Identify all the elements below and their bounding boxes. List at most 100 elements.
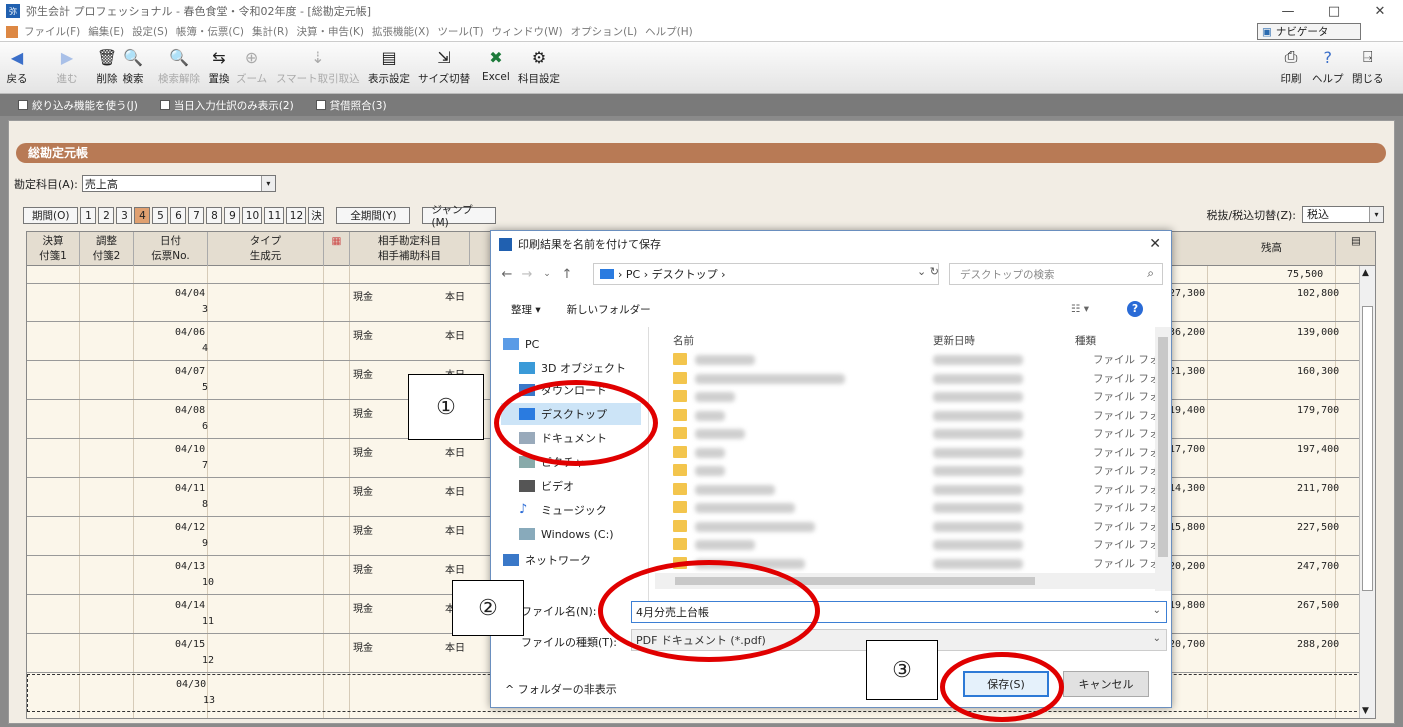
minimize-button[interactable]: — [1265, 0, 1311, 22]
file-row[interactable]: ファイル フォルダー [673, 499, 1155, 517]
chevron-down-icon[interactable]: ⌄ [1153, 633, 1161, 644]
month-button-10[interactable]: 10 [242, 207, 263, 224]
replace-button[interactable]: ⇆ 置換 [208, 46, 230, 86]
excel-button[interactable]: ✖ Excel [482, 46, 510, 84]
chevron-down-icon[interactable]: ⌄ [1153, 605, 1161, 616]
dropdown-arrow-icon[interactable]: ▾ [1369, 207, 1383, 222]
month-button-2[interactable]: 2 [98, 207, 115, 224]
filter-option[interactable]: 絞り込み機能を使う(J) [18, 98, 138, 113]
account-select[interactable]: 売上高 ▾ [81, 175, 276, 192]
nav-videos[interactable]: ビデオ [519, 475, 574, 497]
help-icon[interactable]: ? [1127, 301, 1143, 317]
new-folder-button[interactable]: 新しいフォルダー [567, 302, 651, 317]
close-button[interactable]: ✕ [1357, 0, 1403, 22]
column-type[interactable]: 種類 [1075, 333, 1096, 348]
month-button-13[interactable]: 決 [308, 207, 325, 224]
nav-3d-objects[interactable]: 3D オブジェクト [519, 357, 626, 379]
search-button[interactable]: 🔍 検索 [122, 46, 144, 86]
size-switch-button[interactable]: ⇲ サイズ切替 [418, 46, 470, 86]
month-button-1[interactable]: 1 [80, 207, 97, 224]
month-button-3[interactable]: 3 [116, 207, 133, 224]
month-button-8[interactable]: 8 [206, 207, 223, 224]
month-button-7[interactable]: 7 [188, 207, 205, 224]
scroll-up-icon[interactable]: ▲ [1362, 268, 1369, 278]
back-arrow-icon[interactable]: ← [497, 267, 517, 282]
scroll-thumb[interactable] [1158, 337, 1168, 557]
dropdown-arrow-icon[interactable]: ▾ [260, 176, 275, 191]
file-vertical-scrollbar[interactable] [1155, 327, 1171, 591]
file-row[interactable]: ファイル フォルダー [673, 425, 1155, 443]
nav-music[interactable]: ♪ ミュージック [519, 499, 607, 521]
display-settings-button[interactable]: ▤ 表示設定 [368, 46, 410, 86]
zoom-button[interactable]: ⊕ ズーム [236, 46, 267, 86]
today-only-option[interactable]: 当日入力仕訳のみ表示(2) [159, 98, 294, 113]
balance-check-option[interactable]: 貸借照合(3) [315, 98, 387, 113]
menu-edit[interactable]: 編集(E) [88, 24, 124, 39]
scroll-thumb[interactable] [1362, 306, 1373, 591]
hide-folders-toggle[interactable]: ^ フォルダーの非表示 [505, 681, 617, 697]
month-button-12[interactable]: 12 [286, 207, 307, 224]
path-desktop[interactable]: デスクトップ [652, 266, 718, 282]
menu-settings[interactable]: 設定(S) [132, 24, 168, 39]
close-ledger-button[interactable]: ⍈ 閉じる [1352, 46, 1384, 86]
column-name[interactable]: 名前 [673, 333, 694, 348]
navigator-button[interactable]: ▣ ナビゲータ [1257, 23, 1361, 40]
refresh-icon[interactable]: ⌄ ↻ [917, 265, 939, 278]
view-options-icon[interactable]: ☷ ▾ [1071, 303, 1089, 315]
clear-search-button[interactable]: 🔍 検索解除 [158, 46, 200, 86]
scroll-down-icon[interactable]: ▼ [1362, 706, 1369, 716]
menu-window[interactable]: ウィンドウ(W) [492, 24, 563, 39]
help-button[interactable]: ? ヘルプ [1312, 46, 1344, 86]
period-button[interactable]: 期間(O) [23, 207, 79, 224]
menu-extensions[interactable]: 拡張機能(X) [372, 24, 429, 39]
file-row[interactable]: ファイル フォルダー [673, 536, 1155, 554]
file-row[interactable]: ファイル フォルダー [673, 388, 1155, 406]
file-row[interactable]: ファイル フォルダー [673, 351, 1155, 369]
menu-books[interactable]: 帳簿・伝票(C) [176, 24, 244, 39]
tax-select[interactable]: 税込 ▾ [1302, 206, 1384, 223]
checkbox[interactable] [18, 100, 28, 110]
organize-button[interactable]: 整理 ▾ [511, 302, 541, 317]
dialog-close-icon[interactable]: ✕ [1149, 236, 1161, 252]
jump-button[interactable]: ジャンプ(M) [422, 204, 497, 229]
address-bar[interactable]: › PC › デスクトップ › [593, 263, 939, 285]
file-row[interactable]: ファイル フォルダー [673, 444, 1155, 462]
smart-import-button[interactable]: ⇣ スマート取引取込 [276, 46, 360, 86]
month-button-9[interactable]: 9 [224, 207, 241, 224]
path-pc[interactable]: PC [626, 268, 640, 281]
up-arrow-icon[interactable]: ↑ [557, 267, 577, 282]
menu-tools[interactable]: ツール(T) [437, 24, 483, 39]
menu-options[interactable]: オプション(L) [571, 24, 638, 39]
nav-pc[interactable]: PC [503, 333, 539, 355]
month-button-11[interactable]: 11 [264, 207, 285, 224]
all-period-button[interactable]: 全期間(Y) [336, 207, 411, 224]
search-input[interactable]: デスクトップの検索 ⌕ [949, 263, 1163, 285]
file-row[interactable]: ファイル フォルダー [673, 481, 1155, 499]
file-row[interactable]: ファイル フォルダー [673, 370, 1155, 388]
checkbox[interactable] [315, 100, 326, 110]
month-button-5[interactable]: 5 [152, 207, 169, 224]
month-button-6[interactable]: 6 [170, 207, 187, 224]
account-settings-button[interactable]: ⚙ 科目設定 [518, 46, 560, 86]
cancel-button[interactable]: キャンセル [1063, 671, 1149, 697]
column-date[interactable]: 更新日時 [933, 333, 975, 348]
menu-aggregate[interactable]: 集計(R) [252, 24, 289, 39]
file-row[interactable]: ファイル フォルダー [673, 518, 1155, 536]
file-row[interactable]: ファイル フォルダー [673, 407, 1155, 425]
file-row[interactable]: ファイル フォルダー [673, 462, 1155, 480]
nav-network[interactable]: ネットワーク [503, 549, 591, 571]
menu-closing[interactable]: 決算・申告(K) [296, 24, 364, 39]
menu-file[interactable]: ファイル(F) [24, 24, 80, 39]
forward-button[interactable]: ▶ 進む [56, 46, 78, 86]
column-settings-icon[interactable]: ▤ [1336, 232, 1375, 266]
print-button[interactable]: ⎙ 印刷 [1280, 46, 1302, 86]
delete-button[interactable]: 🗑 削除 [96, 46, 118, 86]
forward-arrow-icon[interactable]: → [517, 267, 537, 282]
nav-windows-drive[interactable]: Windows (C:) [519, 523, 614, 545]
checkbox[interactable] [159, 100, 170, 110]
recent-dropdown-icon[interactable]: ⌄ [537, 269, 557, 279]
maximize-button[interactable]: □ [1311, 0, 1357, 22]
back-button[interactable]: ◀ 戻る [6, 46, 28, 86]
menu-help[interactable]: ヘルプ(H) [645, 24, 693, 39]
month-button-4[interactable]: 4 [134, 207, 151, 224]
